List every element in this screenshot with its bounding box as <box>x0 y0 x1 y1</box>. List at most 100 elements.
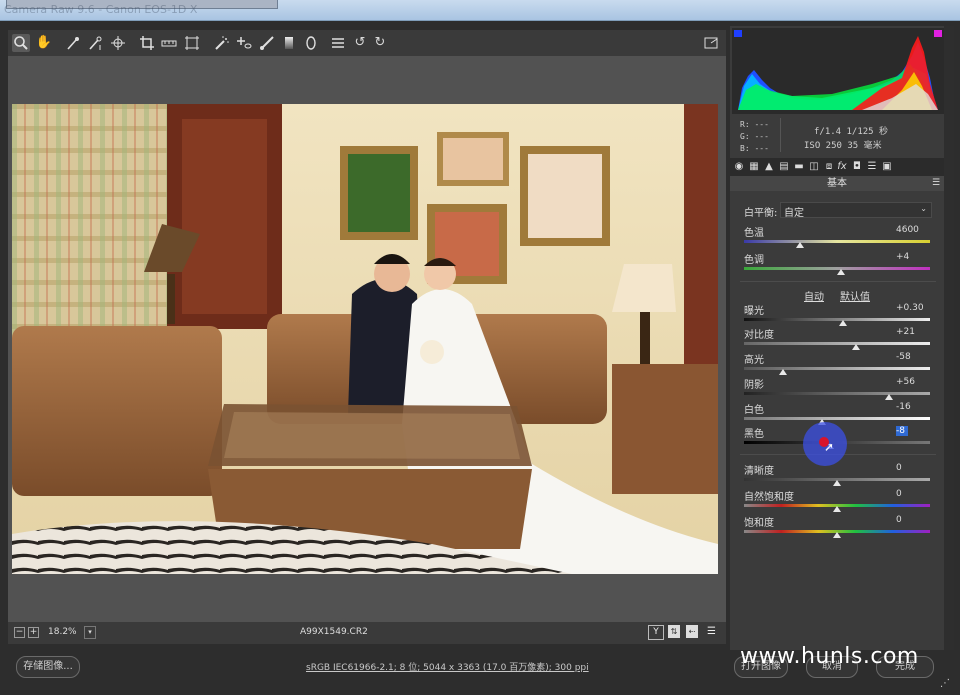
window-title: Camera Raw 9.6 - Canon EOS-1D X <box>4 3 198 16</box>
zoom-in-button[interactable]: + <box>28 627 39 638</box>
effects-tab-icon[interactable]: fx <box>836 160 848 173</box>
copy-settings-icon[interactable]: ⇠ <box>686 625 698 638</box>
auto-link[interactable]: 自动 <box>804 288 824 303</box>
slider-label: 白色 <box>744 405 764 416</box>
slider-label: 高光 <box>744 355 764 366</box>
slider-value[interactable]: 0 <box>896 463 930 473</box>
presets-tab-icon[interactable]: ☰ <box>866 160 878 173</box>
slider-thumb[interactable] <box>833 480 841 486</box>
slider-thumb[interactable] <box>851 344 860 350</box>
slider-value[interactable]: 4600 <box>896 225 930 235</box>
before-after-icon[interactable]: Y <box>648 625 664 640</box>
panel-tabs: ◉ ▦ ▲ ▤ ▬ ◫ ⧈ fx ◘ ☰ ▣ <box>730 158 944 176</box>
highlight-clip-icon <box>934 30 942 37</box>
tone-curve-tab-icon[interactable]: ▦ <box>748 160 760 173</box>
preferences-icon[interactable] <box>329 34 347 52</box>
panel-scrollbar[interactable] <box>944 26 954 650</box>
chevron-down-icon: ⌄ <box>920 204 927 213</box>
lens-tab-icon[interactable]: ◫ <box>808 160 820 173</box>
red-eye-icon[interactable] <box>235 34 253 52</box>
rotate-right-icon[interactable]: ↻ <box>371 34 389 52</box>
g-value: G: --- <box>740 132 769 141</box>
hsl-tab-icon[interactable]: ▤ <box>778 160 790 173</box>
slider-label: 清晰度 <box>744 466 774 477</box>
slider-track[interactable] <box>744 417 930 420</box>
workflow-options-link[interactable]: sRGB IEC61966-2.1; 8 位; 5044 x 3363 (17.… <box>306 660 589 673</box>
detail-tab-icon[interactable]: ▲ <box>763 160 775 173</box>
slider-track[interactable] <box>744 240 930 243</box>
hand-icon[interactable]: ✋ <box>35 34 53 52</box>
slider-track[interactable] <box>744 342 930 345</box>
slider-thumb[interactable] <box>836 269 845 275</box>
slider-thumb[interactable] <box>779 369 788 375</box>
slider-thumb[interactable] <box>833 506 841 512</box>
slider-value[interactable]: -16 <box>896 402 930 412</box>
adjustment-brush-icon[interactable] <box>258 34 276 52</box>
fullscreen-icon[interactable] <box>702 34 720 52</box>
slider-track[interactable] <box>744 318 930 321</box>
watermark: www.hunls.com <box>740 644 919 669</box>
slider-value[interactable]: +21 <box>896 327 930 337</box>
toggle-settings-icon[interactable]: ☰ <box>705 625 718 638</box>
exif-line-2: ISO 250 35 毫米 <box>804 141 882 151</box>
wb-select[interactable]: 自定 ⌄ <box>780 202 932 219</box>
slider-value[interactable]: 0 <box>896 489 930 499</box>
slider-value[interactable]: -8 <box>896 426 908 436</box>
b-value: B: --- <box>740 144 769 153</box>
basic-tab-icon[interactable]: ◉ <box>733 160 745 173</box>
mouse-pointer-icon: ➚ <box>824 440 835 454</box>
snapshots-tab-icon[interactable]: ▣ <box>881 160 893 173</box>
zoom-dropdown[interactable]: ▾ <box>84 626 96 639</box>
slider-thumb[interactable] <box>795 242 804 248</box>
crop-icon[interactable] <box>138 34 156 52</box>
window-titlebar: Camera Raw 9.6 - Canon EOS-1D X <box>0 0 960 21</box>
preview-image[interactable] <box>12 104 718 574</box>
slider-track[interactable] <box>744 367 930 370</box>
slider-thumb[interactable] <box>833 532 841 538</box>
slider-thumb[interactable] <box>885 394 894 400</box>
slider-value[interactable]: 0 <box>896 515 930 525</box>
slider-label: 色温 <box>744 228 764 239</box>
save-image-button[interactable]: 存储图像... <box>16 656 80 678</box>
histogram <box>732 28 944 114</box>
graduated-filter-icon[interactable] <box>280 34 298 52</box>
wb-value: 自定 <box>784 208 804 219</box>
panel-menu-icon[interactable]: ☰ <box>932 178 940 188</box>
slider-label: 阴影 <box>744 380 764 391</box>
slider-value[interactable]: +0.30 <box>896 303 930 313</box>
spot-removal-icon[interactable] <box>213 34 231 52</box>
slider-track[interactable] <box>744 392 930 395</box>
default-link[interactable]: 默认值 <box>840 288 870 303</box>
slider-value[interactable]: +4 <box>896 252 930 262</box>
slider-label: 对比度 <box>744 330 774 341</box>
slider-label: 饱和度 <box>744 518 774 529</box>
slider-value[interactable]: -58 <box>896 352 930 362</box>
slider-label: 色调 <box>744 255 764 266</box>
tool-bar: ✋ ↺ ↻ <box>8 30 726 56</box>
file-name: A99X1549.CR2 <box>300 627 368 637</box>
straighten-icon[interactable] <box>160 34 178 52</box>
swap-settings-icon[interactable]: ⇅ <box>668 625 680 638</box>
target-adjustment-icon[interactable] <box>109 34 127 52</box>
zoom-icon[interactable] <box>12 34 30 52</box>
split-toning-tab-icon[interactable]: ▬ <box>793 160 805 173</box>
white-balance-icon[interactable] <box>64 34 82 52</box>
rotate-left-icon[interactable]: ↺ <box>351 34 369 52</box>
slider-label: 曝光 <box>744 306 764 317</box>
radial-filter-icon[interactable] <box>302 34 320 52</box>
wb-label: 白平衡: <box>744 208 778 219</box>
zoom-out-button[interactable]: − <box>14 627 25 638</box>
slider-label: 自然饱和度 <box>744 492 794 503</box>
status-bar: − + 18.2% ▾ A99X1549.CR2 Y ⇅ ⇠ ☰ <box>8 622 726 644</box>
slider-label: 黑色 <box>744 429 764 440</box>
transform-icon[interactable] <box>183 34 201 52</box>
shadow-clip-icon <box>734 30 742 37</box>
slider-value[interactable]: +56 <box>896 377 930 387</box>
color-sampler-icon[interactable] <box>86 34 104 52</box>
zoom-level: 18.2% <box>48 627 77 637</box>
r-value: R: --- <box>740 120 769 129</box>
transform-tab-icon[interactable]: ⧈ <box>823 160 835 173</box>
slider-thumb[interactable] <box>838 320 847 326</box>
camera-readout: R: --- G: --- B: --- f/1.4 1/125 秒 ISO 2… <box>730 114 944 156</box>
camera-calibration-tab-icon[interactable]: ◘ <box>851 160 863 173</box>
